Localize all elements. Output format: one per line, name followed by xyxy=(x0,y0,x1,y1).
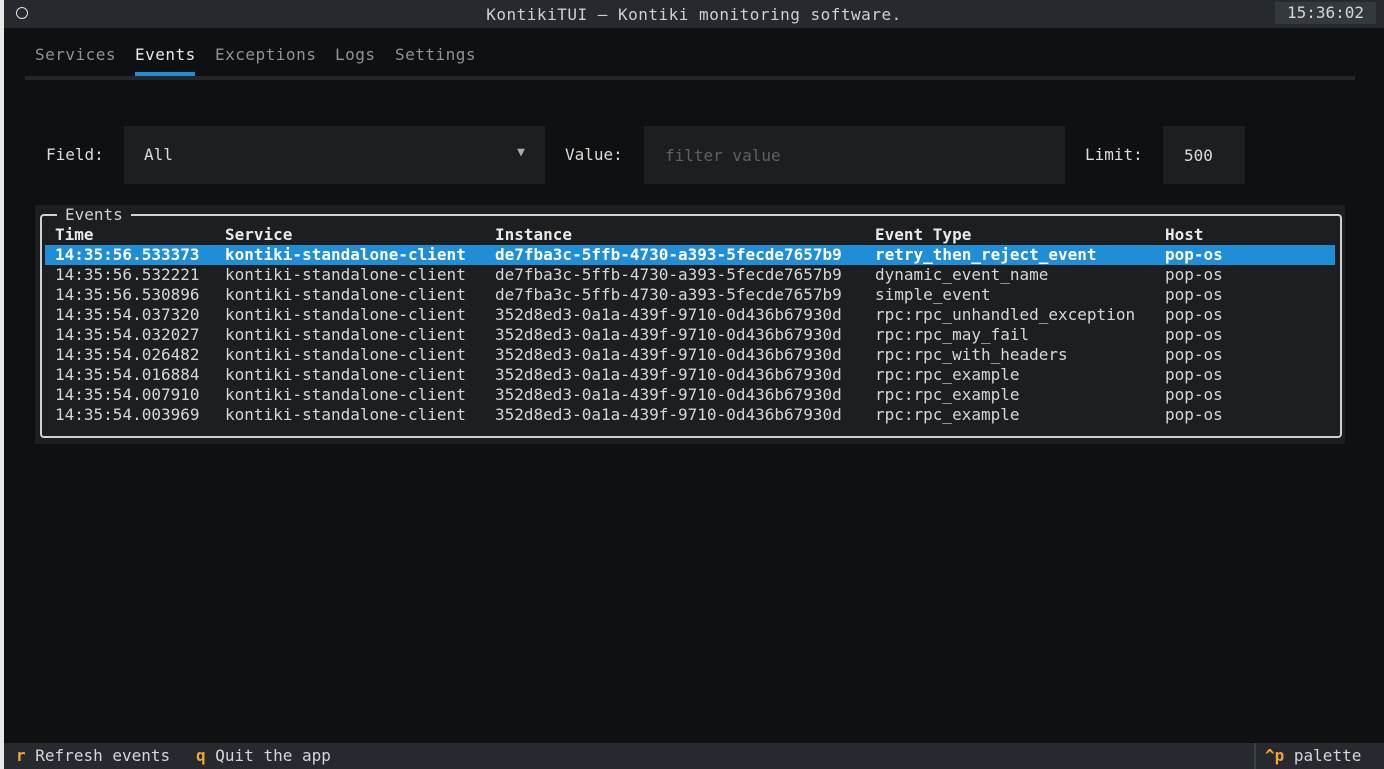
cell-service: kontiki-standalone-client xyxy=(225,265,466,284)
quit-label: Quit the app xyxy=(215,746,331,765)
window-edge xyxy=(0,0,4,769)
column-header-event-type[interactable]: Event Type xyxy=(875,225,971,245)
cell-service: kontiki-standalone-client xyxy=(225,405,466,424)
table-row[interactable]: 14:35:56.530896 kontiki-standalone-client… xyxy=(45,285,1335,305)
table-row[interactable]: 14:35:56.533373 kontiki-standalone-client… xyxy=(45,245,1335,265)
tab-bar: Services Events Exceptions Logs Settings xyxy=(25,28,1355,80)
footer-separator xyxy=(1254,743,1256,769)
cell-time: 14:35:56.532221 xyxy=(55,265,200,284)
cell-host: pop-os xyxy=(1165,325,1223,344)
app-title: KontikiTUI — Kontiki monitoring software… xyxy=(486,5,902,24)
cell-time: 14:35:54.037320 xyxy=(55,305,200,324)
cell-time: 14:35:56.530896 xyxy=(55,285,200,304)
cell-instance: 352d8ed3-0a1a-439f-9710-0d436b67930d xyxy=(495,305,842,324)
cell-host: pop-os xyxy=(1165,385,1223,404)
cell-host: pop-os xyxy=(1165,405,1223,424)
value-input[interactable] xyxy=(644,126,1065,184)
cell-event-type: rpc:rpc_unhandled_exception xyxy=(875,305,1136,324)
cell-host: pop-os xyxy=(1165,265,1223,284)
events-table[interactable]: Time Service Instance Event Type Host 14… xyxy=(45,225,1335,425)
events-legend: Events xyxy=(57,205,131,224)
footer-bar: r Refresh events q Quit the app ^p palet… xyxy=(4,743,1384,769)
cell-instance: 352d8ed3-0a1a-439f-9710-0d436b67930d xyxy=(495,345,842,364)
cell-instance: 352d8ed3-0a1a-439f-9710-0d436b67930d xyxy=(495,405,842,424)
table-row[interactable]: 14:35:54.016884 kontiki-standalone-client… xyxy=(45,365,1335,385)
cell-service: kontiki-standalone-client xyxy=(225,245,466,264)
cell-time: 14:35:54.007910 xyxy=(55,385,200,404)
table-row[interactable]: 14:35:54.032027 kontiki-standalone-client… xyxy=(45,325,1335,345)
cell-service: kontiki-standalone-client xyxy=(225,385,466,404)
column-header-host[interactable]: Host xyxy=(1165,225,1204,245)
cell-event-type: rpc:rpc_example xyxy=(875,385,1020,404)
cell-instance: 352d8ed3-0a1a-439f-9710-0d436b67930d xyxy=(495,325,842,344)
tab-logs[interactable]: Logs xyxy=(335,45,376,64)
cell-event-type: rpc:rpc_with_headers xyxy=(875,345,1068,364)
cell-time: 14:35:54.026482 xyxy=(55,345,200,364)
table-row[interactable]: 14:35:54.037320 kontiki-standalone-client… xyxy=(45,305,1335,325)
cell-service: kontiki-standalone-client xyxy=(225,285,466,304)
cell-time: 14:35:54.032027 xyxy=(55,325,200,344)
cell-time: 14:35:54.003969 xyxy=(55,405,200,424)
cell-instance: de7fba3c-5ffb-4730-a393-5fecde7657b9 xyxy=(495,285,842,304)
cell-event-type: retry_then_reject_event xyxy=(875,245,1097,264)
footer-binding-quit[interactable]: q Quit the app xyxy=(196,746,331,765)
cell-instance: de7fba3c-5ffb-4730-a393-5fecde7657b9 xyxy=(495,265,842,284)
cell-host: pop-os xyxy=(1165,285,1223,304)
field-label: Field: xyxy=(46,145,104,164)
cell-host: pop-os xyxy=(1165,245,1223,264)
field-select-value: All xyxy=(144,145,173,164)
cell-service: kontiki-standalone-client xyxy=(225,325,466,344)
tab-settings[interactable]: Settings xyxy=(395,45,476,64)
column-header-service[interactable]: Service xyxy=(225,225,292,245)
title-bar: KontikiTUI — Kontiki monitoring software… xyxy=(4,0,1384,28)
column-header-time[interactable]: Time xyxy=(55,225,94,245)
events-table-body: 14:35:56.533373 kontiki-standalone-client… xyxy=(45,245,1335,425)
tab-events[interactable]: Events xyxy=(135,45,196,64)
cell-host: pop-os xyxy=(1165,305,1223,324)
triangle-down-icon: ▼ xyxy=(517,145,525,160)
palette-label: palette xyxy=(1293,746,1362,765)
table-row[interactable]: 14:35:54.003969 kontiki-standalone-client… xyxy=(45,405,1335,425)
tab-exceptions[interactable]: Exceptions xyxy=(215,45,316,64)
footer-palette[interactable]: ^p palette xyxy=(1265,746,1361,765)
cell-host: pop-os xyxy=(1165,345,1223,364)
limit-input[interactable] xyxy=(1163,126,1245,184)
footer-binding-refresh[interactable]: r Refresh events xyxy=(16,746,170,765)
cell-service: kontiki-standalone-client xyxy=(225,305,466,324)
cell-event-type: rpc:rpc_example xyxy=(875,405,1020,424)
field-select[interactable]: All ▼ xyxy=(124,126,545,184)
cell-event-type: rpc:rpc_may_fail xyxy=(875,325,1030,344)
cell-service: kontiki-standalone-client xyxy=(225,345,466,364)
cell-time: 14:35:54.016884 xyxy=(55,365,200,384)
clock: 15:36:02 xyxy=(1274,2,1376,24)
refresh-label: Refresh events xyxy=(35,746,171,765)
limit-field-box xyxy=(1163,126,1245,184)
cell-event-type: rpc:rpc_example xyxy=(875,365,1020,384)
cell-instance: de7fba3c-5ffb-4730-a393-5fecde7657b9 xyxy=(495,245,842,264)
cell-event-type: dynamic_event_name xyxy=(875,265,1049,284)
table-row[interactable]: 14:35:54.007910 kontiki-standalone-client… xyxy=(45,385,1335,405)
active-tab-indicator xyxy=(135,72,195,76)
table-row[interactable]: 14:35:54.026482 kontiki-standalone-client… xyxy=(45,345,1335,365)
key-ctrl-p: ^p xyxy=(1265,746,1285,765)
cell-event-type: simple_event xyxy=(875,285,991,304)
limit-label: Limit: xyxy=(1085,145,1143,164)
key-q: q xyxy=(196,746,206,765)
column-header-instance[interactable]: Instance xyxy=(495,225,572,245)
cell-instance: 352d8ed3-0a1a-439f-9710-0d436b67930d xyxy=(495,365,842,384)
cell-time: 14:35:56.533373 xyxy=(55,245,200,264)
key-r: r xyxy=(16,746,26,765)
cell-instance: 352d8ed3-0a1a-439f-9710-0d436b67930d xyxy=(495,385,842,404)
cell-service: kontiki-standalone-client xyxy=(225,365,466,384)
events-panel: Events Time Service Instance Event Type … xyxy=(35,205,1345,444)
events-table-header: Time Service Instance Event Type Host xyxy=(45,225,1335,245)
value-label: Value: xyxy=(565,145,623,164)
value-field-box xyxy=(644,126,1065,184)
cell-host: pop-os xyxy=(1165,365,1223,384)
table-row[interactable]: 14:35:56.532221 kontiki-standalone-client… xyxy=(45,265,1335,285)
tab-services[interactable]: Services xyxy=(35,45,116,64)
